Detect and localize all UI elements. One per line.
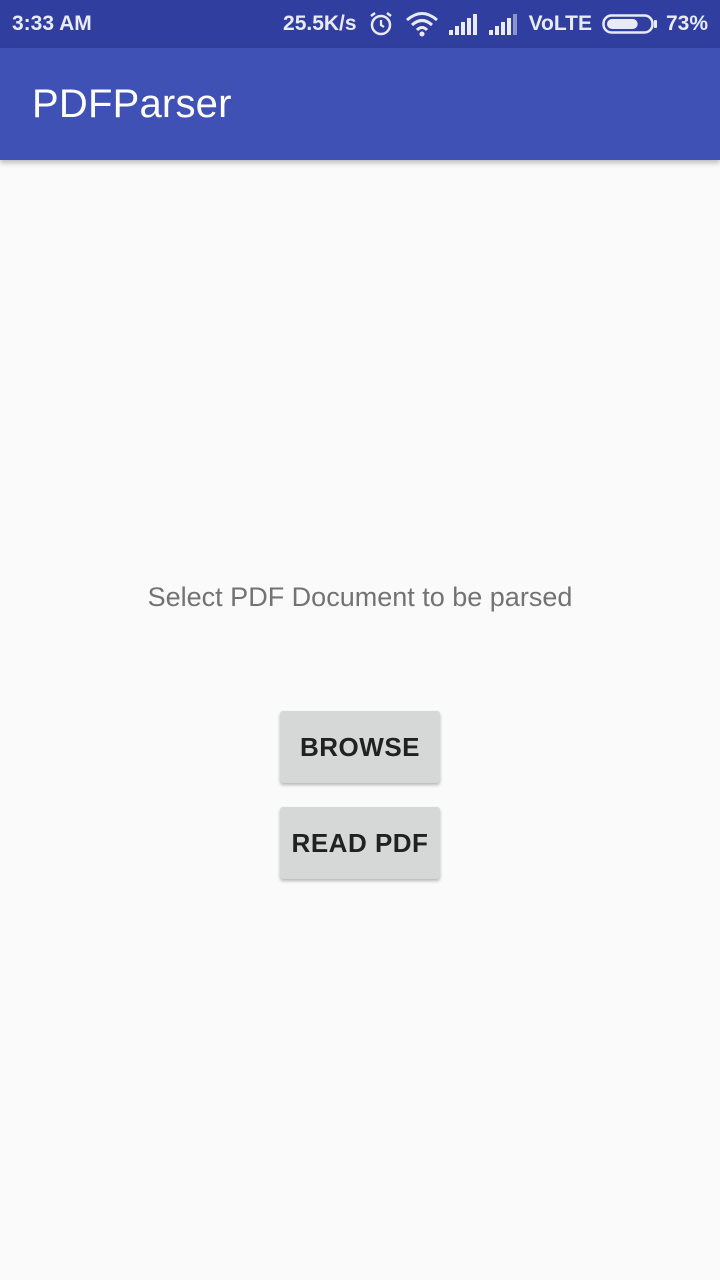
status-time: 3:33 AM bbox=[12, 12, 92, 35]
read-pdf-button[interactable]: READ PDF bbox=[280, 807, 440, 879]
browse-button[interactable]: BROWSE bbox=[280, 711, 440, 783]
alarm-icon bbox=[367, 10, 395, 38]
app-bar: PDFParser bbox=[0, 48, 720, 160]
battery-indicator: 73% bbox=[602, 12, 708, 36]
app-title: PDFParser bbox=[32, 81, 232, 126]
signal-icon bbox=[488, 12, 519, 36]
network-speed: 25.5K/s bbox=[283, 12, 357, 35]
status-bar: 3:33 AM 25.5K/s VoLTE 73% bbox=[0, 0, 720, 48]
main-content: Select PDF Document to be parsed BROWSE … bbox=[0, 160, 720, 1280]
signal-icon bbox=[448, 12, 479, 36]
wifi-icon bbox=[405, 10, 439, 38]
battery-icon bbox=[602, 13, 658, 35]
select-pdf-prompt: Select PDF Document to be parsed bbox=[147, 582, 573, 612]
network-type: VoLTE bbox=[528, 12, 592, 35]
battery-percent: 73% bbox=[665, 12, 708, 35]
